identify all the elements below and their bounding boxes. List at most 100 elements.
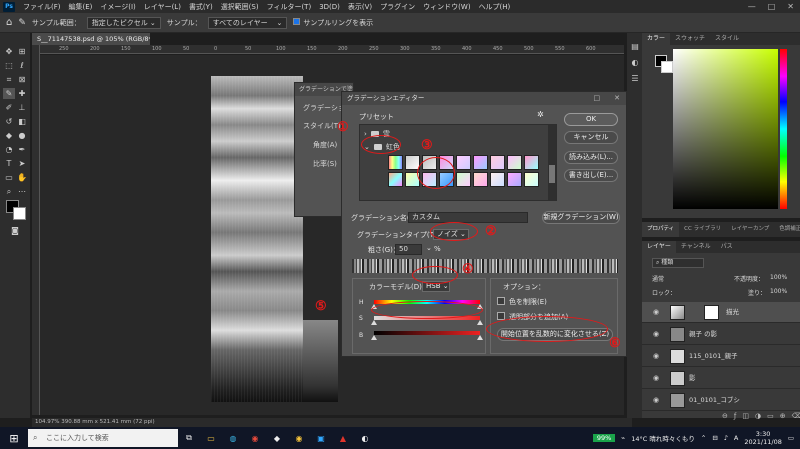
tab-channels[interactable]: チャンネル (676, 241, 716, 253)
crop-tool-icon[interactable]: ⌗ (3, 74, 15, 85)
new-gradient-button[interactable]: 新規グラデーション(W) (542, 211, 620, 224)
mask-icon[interactable]: ◫ (742, 412, 749, 420)
rectangle-tool-icon[interactable]: ▭ (3, 172, 15, 183)
network-icon[interactable]: ⊟ (712, 434, 717, 442)
gradient-swatch[interactable] (388, 172, 403, 187)
layer-filter-dropdown[interactable]: ⌕ 種類 (652, 258, 704, 268)
chrome-icon-secondary[interactable]: ◉ (288, 427, 310, 449)
photoshop-icon[interactable]: ▣ (310, 427, 332, 449)
menu-3d[interactable]: 3D(D) (315, 3, 344, 11)
ime-indicator[interactable]: A (734, 434, 738, 442)
sample-size-dropdown[interactable]: 指定したピクセル ⌄ (86, 16, 161, 29)
dodge-tool-icon[interactable]: ◔ (3, 144, 15, 155)
blur-tool-icon[interactable]: ● (16, 130, 28, 141)
frame-tool-icon[interactable]: ⊠ (16, 74, 28, 85)
layer-row[interactable]: ◉ 親子 の影 (642, 324, 800, 345)
fx-icon[interactable]: ƒ (734, 412, 736, 420)
menu-layer[interactable]: レイヤー(L) (140, 2, 185, 12)
layer-row[interactable]: ◉ 01_0101_コブシ (642, 390, 800, 411)
weather-text[interactable]: 14°C 晴れ時々くもり (631, 433, 695, 443)
gradient-swatch[interactable] (388, 155, 403, 170)
tab-color[interactable]: カラー (642, 33, 671, 45)
menu-plugins[interactable]: プラグイン (376, 2, 419, 12)
blend-mode-dropdown[interactable]: 通常 (652, 274, 664, 283)
zoom-tool-icon[interactable]: ⌕ (3, 186, 15, 197)
dialog-close-icon[interactable]: ✕ (614, 92, 620, 105)
edge-icon[interactable]: ◍ (222, 427, 244, 449)
gradient-swatch[interactable] (507, 155, 522, 170)
menu-select[interactable]: 選択範囲(S) (217, 2, 263, 12)
trash-icon[interactable]: ⌫ (792, 412, 800, 420)
link-icon[interactable]: ⊖ (722, 412, 728, 420)
export-button[interactable]: 書き出し(E)... (564, 169, 618, 182)
menu-type[interactable]: 書式(Y) (185, 2, 217, 12)
marquee-tool-icon[interactable]: ⬚ (3, 60, 15, 71)
brightness-slider[interactable] (374, 331, 480, 335)
opacity-value[interactable]: 100% (770, 274, 787, 281)
gradient-swatch[interactable] (524, 172, 539, 187)
brush-tool-icon[interactable]: ✐ (3, 102, 15, 113)
close-button[interactable]: ✕ (787, 2, 794, 11)
eye-icon[interactable]: ◉ (653, 390, 659, 411)
battery-indicator[interactable]: 99% (592, 434, 616, 442)
eraser-tool-icon[interactable]: ◧ (16, 116, 28, 127)
quick-mask-icon[interactable]: ◙ (9, 225, 21, 236)
more-tools-icon[interactable]: ⋯ (16, 186, 28, 197)
eye-icon[interactable]: ◉ (653, 302, 659, 323)
presets-scrollbar[interactable] (548, 125, 556, 200)
new-layer-icon[interactable]: ⊕ (780, 412, 786, 420)
hue-strip[interactable] (780, 49, 787, 209)
gradient-name-input[interactable]: カスタム (408, 212, 528, 223)
epic-games-icon[interactable]: ◆ (266, 427, 288, 449)
fill-value[interactable]: 100% (770, 288, 787, 295)
eyedropper-tool-icon[interactable]: ✎ (3, 88, 15, 99)
gradient-swatch[interactable] (456, 155, 471, 170)
layer-row[interactable]: ◉ 影 (642, 368, 800, 389)
menu-filter[interactable]: フィルター(T) (263, 2, 316, 12)
tab-adjustments[interactable]: 色調補正 (774, 222, 800, 237)
healing-brush-icon[interactable]: ✚ (16, 88, 28, 99)
menu-window[interactable]: ウィンドウ(W) (419, 2, 474, 12)
brightness-max-handle[interactable] (477, 335, 483, 340)
volume-icon[interactable]: ♪ (724, 434, 728, 442)
paint-bucket-icon[interactable]: ◆ (3, 130, 15, 141)
notification-icon[interactable]: ▭ (788, 434, 794, 442)
properties-panel-icon[interactable]: ☰ (629, 73, 641, 84)
eye-icon[interactable]: ◉ (653, 324, 659, 345)
gradient-swatch[interactable] (473, 172, 488, 187)
menu-image[interactable]: イメージ(I) (96, 2, 139, 12)
roughness-input[interactable]: 50 (395, 244, 422, 255)
hand-tool-icon[interactable]: ✋ (16, 172, 28, 183)
gradient-swatch[interactable] (490, 155, 505, 170)
document-tab[interactable]: S__71147538.psd @ 105% (RGB/8*) * (32, 33, 150, 45)
scrollbar-thumb[interactable] (549, 165, 555, 183)
folder-icon[interactable]: ▭ (767, 412, 774, 420)
pen-tool-icon[interactable]: ✒ (16, 144, 28, 155)
menu-view[interactable]: 表示(V) (344, 2, 376, 12)
tab-cc-libraries[interactable]: CC ライブラリ (679, 222, 726, 237)
app-icon[interactable]: ◐ (354, 427, 376, 449)
menu-edit[interactable]: 編集(E) (65, 2, 97, 12)
file-explorer-icon[interactable]: ▭ (200, 427, 222, 449)
history-brush-icon[interactable]: ↺ (3, 116, 15, 127)
history-panel-icon[interactable]: ▤ (629, 41, 641, 52)
tab-paths[interactable]: パス (716, 241, 738, 253)
sample-dropdown[interactable]: すべてのレイヤー ⌄ (207, 16, 288, 29)
eyedropper-icon[interactable]: ✎ (18, 18, 26, 28)
layer-row[interactable]: ◉ 115_0101_親子 (642, 346, 800, 367)
usb-icon[interactable]: ⌁ (621, 434, 625, 442)
show-ring-checkbox[interactable]: サンプルリングを表示 (293, 17, 373, 28)
chrome-icon[interactable]: ◉ (244, 427, 266, 449)
maximize-button[interactable]: □ (768, 2, 776, 11)
type-tool-icon[interactable]: T (3, 158, 15, 169)
gradient-swatch[interactable] (456, 172, 471, 187)
tab-styles[interactable]: スタイル (710, 33, 744, 45)
windows-start-icon[interactable]: ⊞ (0, 427, 28, 449)
clock[interactable]: 3:30 2021/11/08 (744, 430, 781, 446)
tab-layers[interactable]: レイヤー (642, 241, 676, 253)
eye-icon[interactable]: ◉ (653, 346, 659, 367)
artboard-tool-icon[interactable]: ⊞ (16, 46, 28, 57)
move-tool-icon[interactable]: ✥ (3, 46, 15, 57)
chevron-up-icon[interactable]: ⌃ (701, 434, 706, 442)
saturation-min-handle[interactable] (371, 320, 377, 325)
